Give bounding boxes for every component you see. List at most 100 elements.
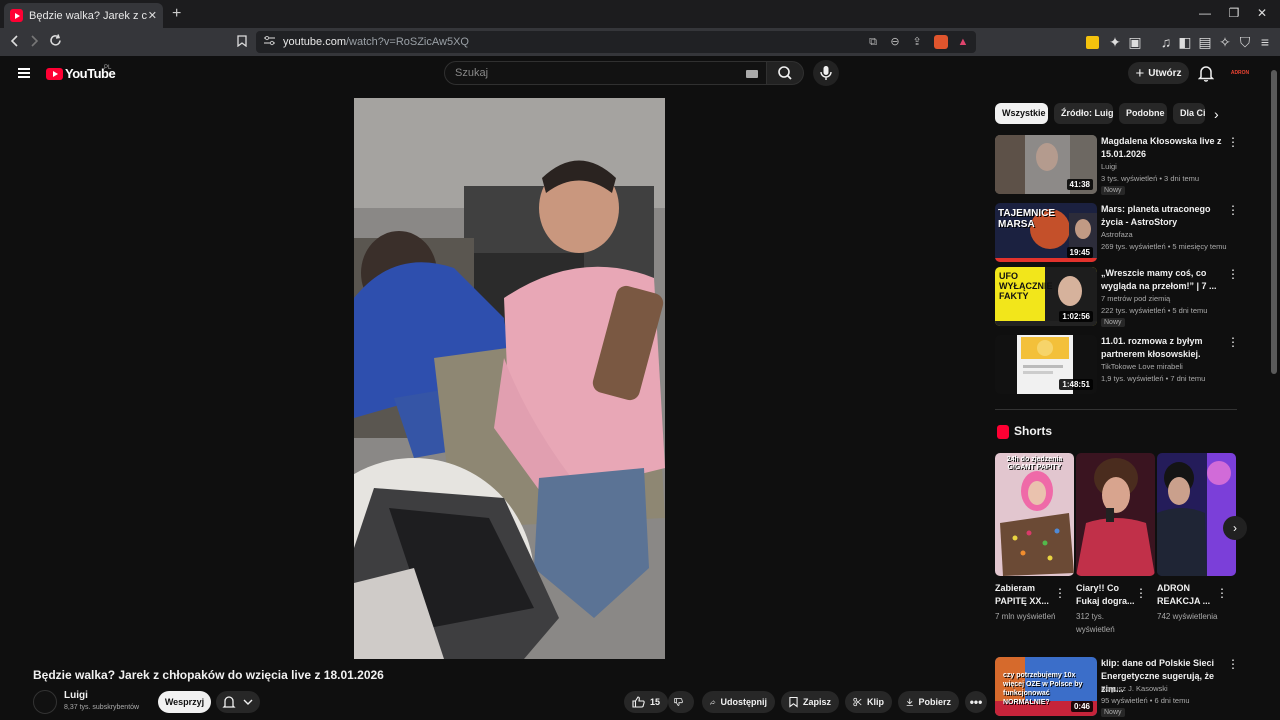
window-close-icon[interactable]: ✕ (1252, 6, 1272, 20)
short-item[interactable]: ADRON REAKCJA ... 742 wyświetlenia ⋮ (1157, 453, 1236, 623)
leo-ai-icon[interactable]: ✧ (1216, 33, 1234, 51)
chip-source-luigi[interactable]: Źródło: Luigi (1054, 103, 1113, 124)
chips-next-icon[interactable]: › (1214, 106, 1219, 122)
video-title: Będzie walka? Jarek z chłopaków do wzięc… (33, 668, 384, 682)
search-icon (778, 66, 792, 80)
keyboard-icon[interactable] (746, 70, 758, 78)
video-thumbnail[interactable]: 1:48:51 (995, 335, 1097, 394)
chip-for-you[interactable]: Dla Ciebie (1173, 103, 1205, 124)
search-button[interactable] (767, 61, 804, 85)
page-scrollbar[interactable] (1268, 56, 1280, 720)
dislike-button[interactable] (668, 691, 694, 713)
short-item[interactable]: 24h do zjedzenia GIGANT PAPITY Zabieram … (995, 453, 1074, 623)
sidebar-icon[interactable]: ◧ (1176, 33, 1194, 51)
screenshot-icon[interactable]: ▣ (1126, 33, 1144, 51)
list-item[interactable]: czy potrzebujemy 10x więcej OZE w Polsce… (995, 657, 1240, 717)
voice-search-button[interactable] (813, 60, 839, 86)
video-meta: 1,9 tys. wyświetleń • 7 dni temu (1101, 374, 1206, 383)
back-icon[interactable] (6, 33, 24, 51)
channel-name[interactable]: Luigi (64, 690, 88, 701)
download-button[interactable]: Pobierz (898, 691, 959, 713)
list-item[interactable]: TAJEMNICE MARSA 19:45 Mars: planeta utra… (995, 203, 1240, 263)
save-button[interactable]: Zapisz (781, 691, 839, 713)
short-title[interactable]: Ciary!! Co Fukaj dogra... (1076, 582, 1140, 608)
video-duration: 1:48:51 (1059, 379, 1093, 390)
channel-avatar[interactable] (33, 690, 57, 714)
short-title[interactable]: Zabieram PAPITĘ XX... (995, 582, 1059, 608)
browser-toolbar: youtube.com/watch?v=RoSZicAw5XQ ⧉ ⊖ ⇪ ▲ … (0, 28, 1280, 56)
channel-name[interactable]: 7 metrów pod ziemią (1101, 294, 1170, 303)
extension-notes-icon[interactable] (1086, 36, 1099, 49)
channel-name[interactable]: Bogusz J. Kasowski (1101, 684, 1168, 693)
support-button[interactable]: Wesprzyj (158, 691, 211, 713)
short-thumbnail[interactable]: 24h do zjedzenia GIGANT PAPITY (995, 453, 1074, 576)
share-button[interactable]: Udostępnij (702, 691, 775, 713)
subscription-notifications-button[interactable] (216, 691, 260, 713)
video-title[interactable]: 11.01. rozmowa z byłym partnerem kłosows… (1101, 335, 1226, 361)
chip-all[interactable]: Wszystkie (995, 103, 1048, 124)
list-item[interactable]: 1:48:51 11.01. rozmowa z byłym partnerem… (995, 335, 1240, 395)
channel-name[interactable]: Astrofaza (1101, 230, 1133, 239)
minimize-icon[interactable]: — (1195, 6, 1215, 20)
more-vert-icon[interactable]: ⋮ (1227, 658, 1239, 670)
share-page-icon[interactable]: ⇪ (910, 35, 924, 49)
channel-name[interactable]: TikTokowe Love mirabeli (1101, 362, 1183, 371)
short-item[interactable]: Ciary!! Co Fukaj dogra... 312 tys. wyświ… (1076, 453, 1155, 636)
wallet-icon[interactable]: ▤ (1196, 33, 1214, 51)
more-vert-icon[interactable]: ⋮ (1054, 586, 1066, 600)
video-thumbnail[interactable]: UFO WYŁĄCZNIE FAKTY 1:02:56 (995, 267, 1097, 326)
more-vert-icon[interactable]: ⋮ (1227, 268, 1239, 280)
guide-menu-icon[interactable] (18, 68, 30, 78)
short-thumbnail[interactable] (1076, 453, 1155, 576)
new-tab-button[interactable]: + (172, 5, 181, 23)
reload-icon[interactable] (46, 33, 64, 51)
video-meta: 3 tys. wyświetleń • 3 dni temu (1101, 174, 1200, 183)
more-actions-button[interactable]: ••• (965, 691, 987, 713)
youtube-play-logo-icon (46, 67, 63, 80)
channel-name[interactable]: Luigi (1101, 162, 1117, 171)
open-external-icon[interactable]: ⧉ (866, 35, 880, 49)
notifications-bell-icon[interactable] (1197, 64, 1215, 82)
extensions-puzzle-icon[interactable]: ✦ (1106, 33, 1124, 51)
video-title[interactable]: „Wreszcie mamy coś, co wygląda na przeło… (1101, 267, 1226, 293)
scrollbar-thumb[interactable] (1271, 70, 1277, 374)
more-vert-icon[interactable]: ⋮ (1216, 586, 1228, 600)
media-icon[interactable]: ♫ (1157, 33, 1175, 51)
video-thumbnail[interactable]: czy potrzebujemy 10x więcej OZE w Polsce… (995, 657, 1097, 716)
video-thumbnail[interactable]: TAJEMNICE MARSA 19:45 (995, 203, 1097, 262)
forward-icon[interactable] (25, 33, 43, 51)
list-item[interactable]: UFO WYŁĄCZNIE FAKTY 1:02:56 „Wreszcie ma… (995, 267, 1240, 327)
more-vert-icon[interactable]: ⋮ (1135, 586, 1147, 600)
brave-rewards-icon[interactable]: ▲ (956, 35, 970, 49)
brave-shields-icon[interactable] (934, 35, 948, 49)
chip-similar[interactable]: Podobne (1119, 103, 1167, 124)
browser-menu-icon[interactable]: ≡ (1256, 33, 1274, 51)
video-title[interactable]: Magdalena Kłosowska live z 15.01.2026 (1101, 135, 1226, 161)
thumbs-down-icon (674, 698, 683, 706)
short-thumbnail[interactable] (1157, 453, 1236, 576)
video-duration: 41:38 (1066, 179, 1093, 190)
create-button[interactable]: + Utwórz (1128, 62, 1189, 84)
video-title[interactable]: Mars: planeta utraconego życia - AstroSt… (1101, 203, 1226, 229)
short-title[interactable]: ADRON REAKCJA ... (1157, 582, 1221, 608)
list-item[interactable]: 41:38 Magdalena Kłosowska live z 15.01.2… (995, 135, 1240, 195)
tab-close-icon[interactable]: ✕ (148, 9, 157, 22)
bookmark-icon[interactable] (233, 33, 251, 51)
clip-button[interactable]: Klip (845, 691, 892, 713)
more-vert-icon[interactable]: ⋮ (1227, 336, 1239, 348)
like-button[interactable]: 15 (624, 691, 668, 713)
download-icon (906, 698, 913, 706)
site-settings-icon[interactable] (264, 33, 275, 51)
account-avatar[interactable]: ADRON (1230, 64, 1250, 82)
zoom-icon[interactable]: ⊖ (888, 35, 902, 49)
more-vert-icon[interactable]: ⋮ (1227, 204, 1239, 216)
address-bar[interactable]: youtube.com/watch?v=RoSZicAw5XQ ⧉ ⊖ ⇪ ▲ (256, 31, 976, 53)
browser-tab[interactable]: Będzie walka? Jarek z chłopaków do wzięc… (4, 3, 163, 28)
maximize-icon[interactable]: ❐ (1224, 6, 1244, 20)
video-player[interactable] (354, 98, 665, 659)
vpn-shield-icon[interactable]: ⛉ (1236, 33, 1254, 51)
more-vert-icon[interactable]: ⋮ (1227, 136, 1239, 148)
video-thumbnail[interactable]: 41:38 (995, 135, 1097, 194)
shorts-next-icon[interactable]: › (1223, 516, 1247, 540)
search-input[interactable]: Szukaj (444, 61, 767, 85)
